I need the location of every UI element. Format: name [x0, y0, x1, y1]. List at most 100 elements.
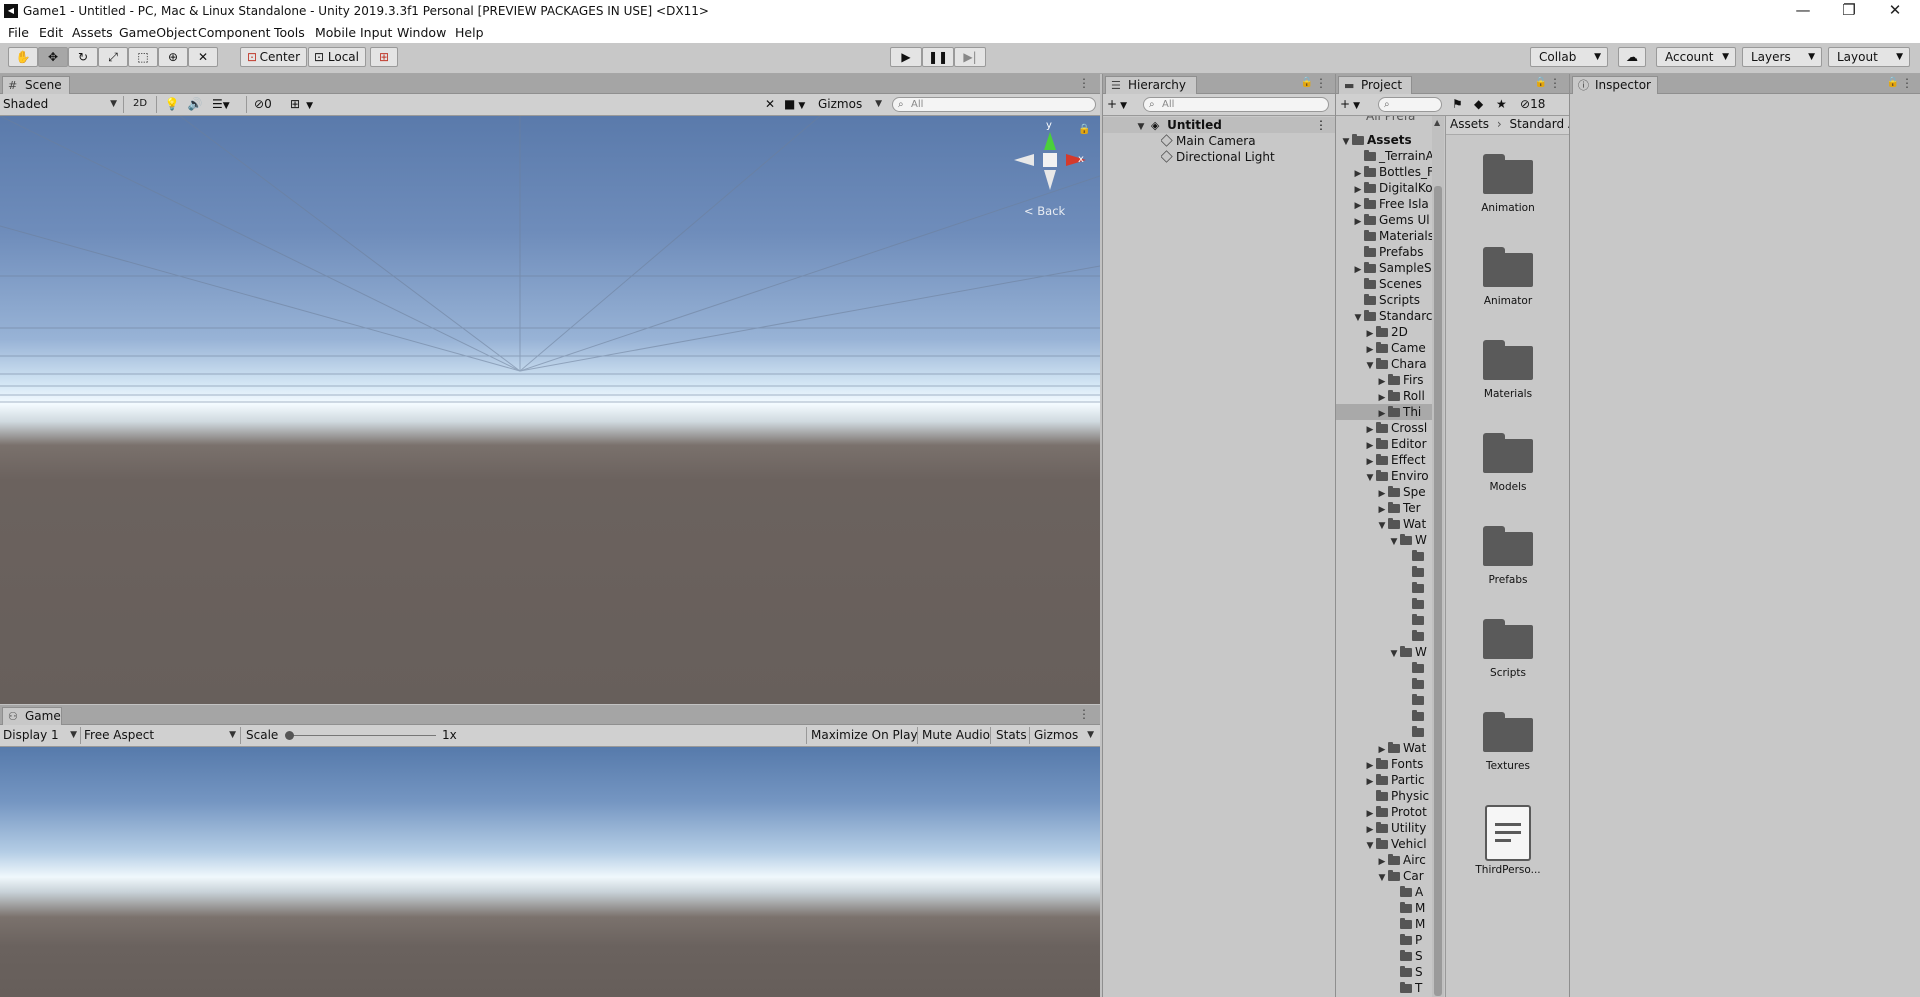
menu-edit[interactable]: Edit	[39, 25, 63, 40]
tree-scrollbar[interactable]: ▲	[1432, 116, 1444, 997]
menu-window[interactable]: Window	[397, 25, 446, 40]
hidden-packages-toggle[interactable]: ⊘18	[1520, 96, 1564, 113]
game-gizmos-dropdown[interactable]: Gizmos ▼	[1034, 727, 1096, 744]
expand-right-icon[interactable]: ▶	[1376, 374, 1388, 388]
asset-folder-item[interactable]: Textures	[1466, 712, 1550, 772]
tree-folder-item[interactable]: ▶ Effect	[1336, 452, 1444, 468]
lock-icon[interactable]: 🔒	[1301, 77, 1313, 88]
pivot-local-button[interactable]: ⊡ Local	[308, 47, 366, 67]
asset-folder-item[interactable]: Prefabs	[1466, 526, 1550, 586]
tree-scrollbar-thumb[interactable]	[1434, 186, 1442, 996]
expand-down-icon[interactable]: ▼	[1364, 470, 1376, 484]
tree-folder-item[interactable]: ▼ Vehicl	[1336, 836, 1444, 852]
create-dropdown[interactable]: + ▼	[1107, 96, 1133, 113]
tree-folder-item[interactable]: Materials	[1336, 228, 1444, 244]
expand-right-icon[interactable]: ▶	[1376, 486, 1388, 500]
scale-slider-track[interactable]	[288, 735, 436, 736]
tree-folder-item[interactable]: S	[1336, 964, 1444, 980]
tree-folder-item[interactable]: ▶ Wat	[1336, 740, 1444, 756]
gizmos-dropdown[interactable]: Gizmos ▼	[818, 96, 884, 113]
expand-right-icon[interactable]: ▶	[1364, 806, 1376, 820]
tree-folder-item[interactable]	[1336, 676, 1444, 692]
tree-folder-item[interactable]	[1336, 724, 1444, 740]
tree-folder-item[interactable]: ▶ Fonts	[1336, 756, 1444, 772]
expand-right-icon[interactable]: ▶	[1376, 502, 1388, 516]
menu-file[interactable]: File	[8, 25, 29, 40]
maximize-on-play-toggle[interactable]: Maximize On Play	[811, 727, 918, 744]
expand-arrow-icon[interactable]: ▼	[1135, 119, 1147, 133]
tree-folder-item[interactable]: Scenes	[1336, 276, 1444, 292]
hierarchy-search-input[interactable]: ⌕ All	[1143, 97, 1329, 112]
aspect-dropdown[interactable]: Free Aspect ▼	[84, 727, 238, 744]
mute-audio-toggle[interactable]: Mute Audio	[922, 727, 990, 744]
tree-folder-item[interactable]: M	[1336, 900, 1444, 916]
menu-component[interactable]: Component	[198, 25, 271, 40]
account-dropdown[interactable]: Account ▼	[1656, 47, 1736, 67]
game-viewport[interactable]	[0, 747, 1100, 997]
tools-icon[interactable]: ✕	[760, 96, 780, 113]
tab-hierarchy[interactable]: ☰ Hierarchy	[1105, 76, 1197, 94]
tree-folder-item[interactable]: ▶ Free Isla	[1336, 196, 1444, 212]
expand-right-icon[interactable]: ▶	[1352, 182, 1364, 196]
scale-tool-icon[interactable]: ⤢	[98, 47, 128, 67]
expand-right-icon[interactable]: ▶	[1364, 774, 1376, 788]
scene-menu-icon[interactable]: ⋮	[1315, 117, 1327, 133]
tree-folder-item[interactable]: ▶ Came	[1336, 340, 1444, 356]
expand-right-icon[interactable]: ▶	[1364, 758, 1376, 772]
expand-down-icon[interactable]: ▼	[1364, 838, 1376, 852]
scroll-up-icon[interactable]: ▲	[1434, 118, 1440, 127]
panel-menu-icon[interactable]: ⋮	[1901, 76, 1913, 90]
breadcrumb-item[interactable]: Assets	[1450, 117, 1489, 131]
tab-scene[interactable]: # Scene	[2, 76, 70, 94]
asset-folder-item[interactable]: Models	[1466, 433, 1550, 493]
expand-right-icon[interactable]: ▶	[1364, 422, 1376, 436]
expand-down-icon[interactable]: ▼	[1352, 310, 1364, 324]
layout-dropdown[interactable]: Layout ▼	[1828, 47, 1910, 67]
expand-right-icon[interactable]: ▶	[1364, 326, 1376, 340]
expand-down-icon[interactable]: ▼	[1376, 870, 1388, 884]
expand-right-icon[interactable]: ▶	[1376, 742, 1388, 756]
panel-menu-icon[interactable]: ⋮	[1078, 76, 1090, 90]
expand-right-icon[interactable]: ▶	[1376, 406, 1388, 420]
tree-folder-item[interactable]: A	[1336, 884, 1444, 900]
tree-folder-item[interactable]: ▼ Standarc	[1336, 308, 1444, 324]
grid-snap-icon[interactable]: ⊞	[370, 47, 398, 67]
panel-menu-icon[interactable]: ⋮	[1078, 707, 1090, 721]
minimize-button[interactable]: —	[1780, 0, 1826, 22]
scene-root-row[interactable]: ▼ ◈ Untitled ⋮	[1103, 117, 1335, 133]
expand-down-icon[interactable]: ▼	[1388, 534, 1400, 548]
scale-slider-handle[interactable]	[285, 731, 294, 740]
tree-folder-item[interactable]	[1336, 596, 1444, 612]
tree-folder-item[interactable]: ▶ Ter	[1336, 500, 1444, 516]
tree-folder-item[interactable]	[1336, 564, 1444, 580]
menu-help[interactable]: Help	[455, 25, 484, 40]
panel-menu-icon[interactable]: ⋮	[1315, 76, 1327, 90]
tree-folder-item[interactable]: ▶ Protot	[1336, 804, 1444, 820]
expand-right-icon[interactable]: ▶	[1352, 166, 1364, 180]
tree-folder-item[interactable]: ▼ Wat	[1336, 516, 1444, 532]
tree-folder-item[interactable]: ▼ W	[1336, 644, 1444, 660]
expand-right-icon[interactable]: ▶	[1352, 214, 1364, 228]
pivot-center-button[interactable]: ⊡ Center	[240, 47, 307, 67]
tree-folder-item[interactable]	[1336, 612, 1444, 628]
transform-tool-icon[interactable]: ⊕	[158, 47, 188, 67]
expand-down-icon[interactable]: ▼	[1376, 518, 1388, 532]
tree-folder-item[interactable]: P	[1336, 932, 1444, 948]
menu-tools[interactable]: Tools	[274, 25, 305, 40]
scene-search-input[interactable]: ⌕ All	[892, 97, 1096, 112]
view-direction-label[interactable]: < Back	[1024, 204, 1065, 218]
tree-folder-item[interactable]: ▶ 2D	[1336, 324, 1444, 340]
hand-tool-icon[interactable]: ✋	[8, 47, 38, 67]
audio-toggle-icon[interactable]: 🔊	[187, 96, 203, 113]
tree-folder-item[interactable]: ▶ Editor	[1336, 436, 1444, 452]
expand-right-icon[interactable]: ▶	[1352, 198, 1364, 212]
tree-folder-item[interactable]: ▶ Roll	[1336, 388, 1444, 404]
pause-icon[interactable]: ❚❚	[922, 47, 954, 67]
tree-folder-item[interactable]: Scripts	[1336, 292, 1444, 308]
asset-folder-item[interactable]: Animation	[1466, 154, 1550, 214]
filter-label-icon[interactable]: ◆	[1474, 96, 1488, 113]
lock-icon[interactable]: 🔒	[1887, 77, 1899, 88]
rotate-tool-icon[interactable]: ↻	[68, 47, 98, 67]
asset-file-item[interactable]: ThirdPerso...	[1466, 805, 1550, 876]
tree-folder-item[interactable]	[1336, 548, 1444, 564]
